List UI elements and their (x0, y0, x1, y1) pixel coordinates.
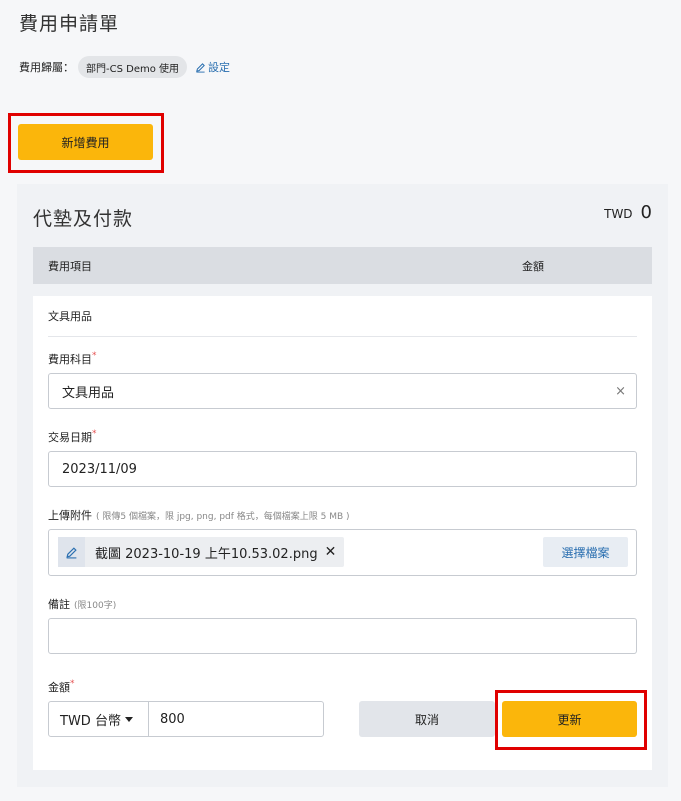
column-header-amount: 金額 (522, 259, 544, 273)
divider (48, 336, 637, 337)
caret-down-icon (124, 716, 133, 722)
cancel-button[interactable]: 取消 (359, 701, 495, 737)
required-mark: * (92, 429, 97, 439)
date-value: 2023/11/09 (62, 461, 137, 477)
note-hint: (限100字) (74, 601, 117, 611)
attached-file-name: 截圖 2023-10-19 上午10.53.02.png (95, 546, 318, 562)
attachment-field: 截圖 2023-10-19 上午10.53.02.png ✕ 選擇檔案 (48, 529, 637, 576)
advance-payment-panel: 代墊及付款 TWD 0 費用項目 金額 文具用品 費用科目* 文具用品 × 交易… (17, 184, 668, 787)
panel-title: 代墊及付款 (33, 208, 134, 230)
update-button[interactable]: 更新 (502, 701, 637, 737)
table-header: 費用項目 金額 (33, 247, 652, 284)
amount-label-text: 金額 (48, 681, 70, 694)
amount-label: 金額* (48, 679, 75, 695)
note-label: 備註 (限100字) (48, 596, 116, 612)
note-label-text: 備註 (48, 598, 70, 611)
amount-input[interactable]: 800 (149, 702, 323, 736)
required-mark: * (92, 351, 97, 361)
attachment-label: 上傳附件 ( 限傳5 個檔案，限 jpg, png, pdf 格式，每個檔案上限 … (48, 507, 350, 523)
edit-icon[interactable] (58, 537, 85, 567)
category-select[interactable]: 文具用品 × (48, 373, 637, 409)
total-currency: TWD (604, 207, 633, 221)
page-title: 費用申請單 (19, 13, 120, 35)
edit-icon (196, 62, 205, 73)
attachment-label-text: 上傳附件 (48, 509, 92, 522)
panel-total: TWD 0 (604, 202, 652, 223)
settings-link-label: 設定 (208, 61, 231, 74)
attachment-hint: ( 限傳5 個檔案，限 jpg, png, pdf 格式，每個檔案上限 5 MB… (96, 512, 350, 522)
expense-owner-chip: 部門-CS Demo 使用 (78, 56, 188, 78)
category-value: 文具用品 (62, 385, 115, 401)
choose-file-button[interactable]: 選擇檔案 (543, 537, 628, 567)
column-header-item: 費用項目 (48, 259, 92, 273)
amount-group: TWD 台幣 800 (48, 701, 324, 737)
expense-editor: 文具用品 費用科目* 文具用品 × 交易日期* 2023/11/09 上傳附件(… (33, 296, 652, 770)
clear-icon[interactable]: × (615, 384, 626, 399)
note-input[interactable] (48, 618, 637, 654)
currency-select[interactable]: TWD 台幣 (49, 702, 149, 736)
attached-file-chip: 截圖 2023-10-19 上午10.53.02.png ✕ (58, 537, 345, 567)
required-mark: * (70, 679, 75, 689)
date-label-text: 交易日期 (48, 431, 92, 444)
add-expense-button[interactable]: 新增費用 (18, 124, 153, 160)
category-label-text: 費用科目 (48, 353, 92, 366)
expense-owner-label: 費用歸屬： (19, 61, 74, 74)
item-name: 文具用品 (48, 310, 92, 323)
currency-value: TWD 台幣 (60, 713, 121, 729)
settings-link[interactable]: 設定 (195, 59, 230, 75)
date-label: 交易日期* (48, 429, 97, 445)
remove-file-icon[interactable]: ✕ (325, 544, 345, 560)
category-label: 費用科目* (48, 351, 97, 367)
date-input[interactable]: 2023/11/09 (48, 451, 637, 487)
total-amount: 0 (640, 202, 652, 223)
expense-owner-row: 費用歸屬： 部門-CS Demo 使用 設定 (19, 56, 230, 78)
amount-value: 800 (160, 711, 185, 727)
